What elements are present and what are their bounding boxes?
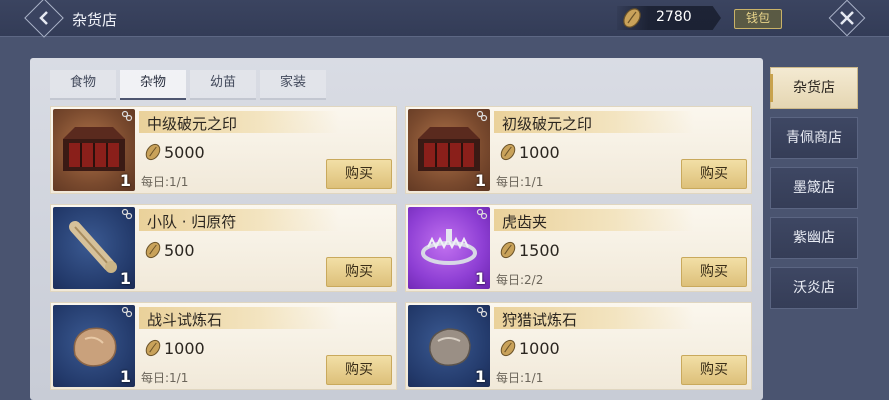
item-name: 虎齿夹 <box>502 213 548 231</box>
chain-link-icon <box>476 208 488 220</box>
vendor-qingpei[interactable]: 青佩商店 <box>770 117 858 159</box>
item-price: 1000 <box>519 143 560 162</box>
item-card[interactable]: 1 小队 · 归原符 500 购买 <box>50 204 397 292</box>
seed-coin-icon <box>145 143 161 161</box>
item-name: 中级破元之印 <box>147 115 238 133</box>
item-thumbnail: 1 <box>53 305 135 387</box>
daily-limit: 每日:1/1 <box>141 175 189 189</box>
vendor-mozhen[interactable]: 墨箴店 <box>770 167 858 209</box>
item-quantity: 1 <box>474 171 486 190</box>
item-price: 5000 <box>164 143 205 162</box>
item-thumbnail: 1 <box>408 207 490 289</box>
item-price: 500 <box>164 241 195 260</box>
seed-coin-icon <box>500 339 516 357</box>
tab-misc[interactable]: 杂物 <box>120 70 186 100</box>
buy-button[interactable]: 购买 <box>326 355 392 385</box>
item-thumbnail: 1 <box>408 109 490 191</box>
wallet-button[interactable]: 钱包 <box>734 9 782 29</box>
buy-button[interactable]: 购买 <box>681 355 747 385</box>
close-icon <box>840 11 854 25</box>
buy-button[interactable]: 购买 <box>681 257 747 287</box>
item-price: 1000 <box>519 339 560 358</box>
chain-link-icon <box>121 110 133 122</box>
tab-seedlings[interactable]: 幼苗 <box>190 70 256 100</box>
item-thumbnail: 1 <box>408 305 490 387</box>
item-card[interactable]: 1 初级破元之印 1000 每日:1/1 购买 <box>405 106 752 194</box>
chain-link-icon <box>476 110 488 122</box>
seed-coin-icon <box>145 241 161 259</box>
item-card[interactable]: 1 虎齿夹 1500 每日:2/2 购买 <box>405 204 752 292</box>
seed-coin-icon <box>623 8 641 28</box>
daily-limit: 每日:2/2 <box>496 273 544 287</box>
back-arrow-icon <box>39 11 48 25</box>
item-name: 战斗试炼石 <box>147 311 223 329</box>
item-name: 狩猎试炼石 <box>502 311 578 329</box>
daily-limit: 每日:1/1 <box>496 371 544 385</box>
tab-food[interactable]: 食物 <box>50 70 116 100</box>
seed-coin-icon <box>500 143 516 161</box>
page-title: 杂货店 <box>72 11 118 29</box>
item-quantity: 1 <box>474 269 486 288</box>
item-price: 1500 <box>519 241 560 260</box>
seed-coin-icon <box>500 241 516 259</box>
vendor-grocery[interactable]: 杂货店 <box>770 67 858 109</box>
item-card[interactable]: 1 狩猎试炼石 1000 每日:1/1 购买 <box>405 302 752 390</box>
item-quantity: 1 <box>119 367 131 386</box>
seed-coin-icon <box>145 339 161 357</box>
vendor-woyan[interactable]: 沃炎店 <box>770 267 858 309</box>
currency-amount: 2780 <box>656 9 692 25</box>
daily-limit: 每日:1/1 <box>496 175 544 189</box>
buy-button[interactable]: 购买 <box>326 257 392 287</box>
vendor-ziyou[interactable]: 紫幽店 <box>770 217 858 259</box>
item-card[interactable]: 1 中级破元之印 5000 每日:1/1 购买 <box>50 106 397 194</box>
item-thumbnail: 1 <box>53 207 135 289</box>
chain-link-icon <box>121 306 133 318</box>
item-quantity: 1 <box>119 171 131 190</box>
item-price: 1000 <box>164 339 205 358</box>
item-name: 初级破元之印 <box>502 115 593 133</box>
item-quantity: 1 <box>119 269 131 288</box>
item-card[interactable]: 1 战斗试炼石 1000 每日:1/1 购买 <box>50 302 397 390</box>
chain-link-icon <box>476 306 488 318</box>
chain-link-icon <box>121 208 133 220</box>
buy-button[interactable]: 购买 <box>326 159 392 189</box>
item-thumbnail: 1 <box>53 109 135 191</box>
daily-limit: 每日:1/1 <box>141 371 189 385</box>
buy-button[interactable]: 购买 <box>681 159 747 189</box>
tab-home-decor[interactable]: 家装 <box>260 70 326 100</box>
item-name: 小队 · 归原符 <box>147 213 237 231</box>
item-quantity: 1 <box>474 367 486 386</box>
